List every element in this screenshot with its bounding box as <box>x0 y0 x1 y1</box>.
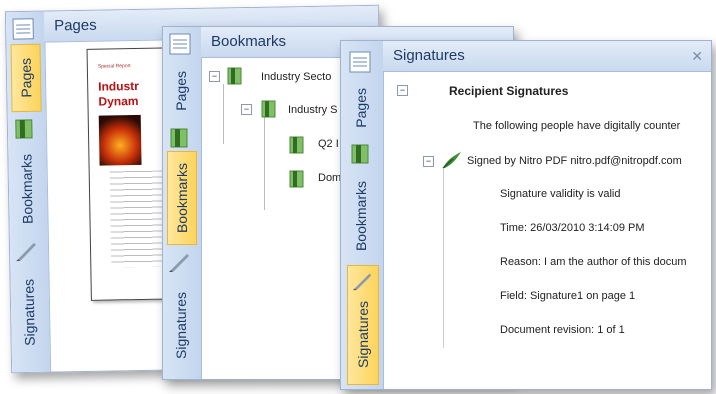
tree-connector-lines <box>264 114 265 210</box>
tree-connector-lines <box>223 84 224 144</box>
tab-pages-label: Pages <box>173 71 189 111</box>
bookmark-leaf-label[interactable]: Dom <box>318 172 341 184</box>
bookmark-icon[interactable] <box>168 127 190 154</box>
signatures-panel-header: Signatures ✕ <box>383 41 711 72</box>
tab-bookmarks[interactable]: Bookmarks <box>12 144 42 234</box>
tab-bookmarks-label: Bookmarks <box>174 162 190 234</box>
signatures-panel: Pages Bookmarks Signatures Signatures ✕ … <box>340 40 712 390</box>
signatures-tree: − Recipient Signatures The following peo… <box>383 72 711 389</box>
tree-connector-lines <box>443 168 444 348</box>
signature-pen-icon[interactable] <box>15 240 39 267</box>
bookmark-icon[interactable] <box>349 143 371 170</box>
signature-field-text: Field: Signature1 on page 1 <box>500 290 636 302</box>
close-icon[interactable]: ✕ <box>691 48 703 65</box>
signature-validity-text: Signature validity is valid <box>500 188 621 200</box>
bookmark-icon <box>261 100 277 118</box>
thumbnail-text-block <box>109 170 168 268</box>
signature-pen-icon[interactable] <box>168 251 192 278</box>
bookmark-root-label[interactable]: Industry Secto <box>261 71 331 83</box>
pages-panel-title: Pages <box>53 16 97 35</box>
pages-icon[interactable] <box>348 51 372 78</box>
bookmark-leaf-label[interactable]: Q2 I <box>318 138 339 150</box>
signature-pen-icon <box>352 270 374 297</box>
pages-panel-tab-strip: Pages Bookmarks Signatures <box>5 11 52 373</box>
tab-signatures[interactable]: Signatures <box>347 265 379 385</box>
signatures-panel-title: Signatures <box>393 47 465 64</box>
pages-icon[interactable] <box>168 33 192 60</box>
collapse-toggle[interactable]: − <box>209 71 220 82</box>
collapse-toggle[interactable]: − <box>241 104 252 115</box>
intro-text: The following people have digitally coun… <box>473 120 681 132</box>
thumbnail-fire-image <box>98 114 142 166</box>
tab-signatures-label: Signatures <box>355 301 371 368</box>
recipient-signatures-heading: Recipient Signatures <box>449 84 569 98</box>
tab-bookmarks-label: Bookmarks <box>18 153 36 225</box>
thumbnail-heading-line2: Dynam <box>98 93 139 109</box>
bookmark-icon <box>227 67 243 85</box>
collapse-toggle[interactable]: − <box>423 156 434 167</box>
tab-bookmarks[interactable]: Bookmarks <box>167 151 197 245</box>
bookmarks-panel-title: Bookmarks <box>211 33 287 50</box>
tab-pages-label: Pages <box>353 88 369 128</box>
tab-pages[interactable]: Pages <box>167 61 195 121</box>
signature-reason-text: Reason: I am the author of this docum <box>500 256 687 268</box>
tab-pages-label: Pages <box>17 57 35 98</box>
signatures-panel-tab-strip: Pages Bookmarks Signatures <box>341 41 384 389</box>
tab-bookmarks[interactable]: Bookmarks <box>347 169 375 263</box>
thumbnail-heading-line1: Industr <box>98 78 139 94</box>
bookmark-icon[interactable] <box>13 118 35 145</box>
signed-by-text[interactable]: Signed by Nitro PDF nitro.pdf@nitropdf.c… <box>467 155 682 167</box>
thumbnail-small-heading: Special Report <box>97 63 131 70</box>
tab-signatures-label: Signatures <box>20 278 38 346</box>
bookmark-child-label[interactable]: Industry S <box>288 104 338 116</box>
tab-signatures-label: Signatures <box>173 291 189 359</box>
bookmark-icon <box>289 136 305 154</box>
document-revision-text: Document revision: 1 of 1 <box>500 324 625 336</box>
signature-leaf-icon <box>441 150 463 175</box>
tab-bookmarks-label: Bookmarks <box>353 180 369 252</box>
bookmark-icon <box>289 170 305 188</box>
tab-signatures[interactable]: Signatures <box>14 266 44 358</box>
tab-pages[interactable]: Pages <box>10 43 42 113</box>
pages-icon[interactable] <box>11 18 35 45</box>
tab-signatures[interactable]: Signatures <box>167 279 195 371</box>
tab-pages[interactable]: Pages <box>347 77 375 139</box>
collapse-toggle[interactable]: − <box>397 85 408 96</box>
signature-time-text: Time: 26/03/2010 3:14:09 PM <box>500 222 645 234</box>
bookmarks-panel-tab-strip: Pages Bookmarks Signatures <box>163 27 202 379</box>
